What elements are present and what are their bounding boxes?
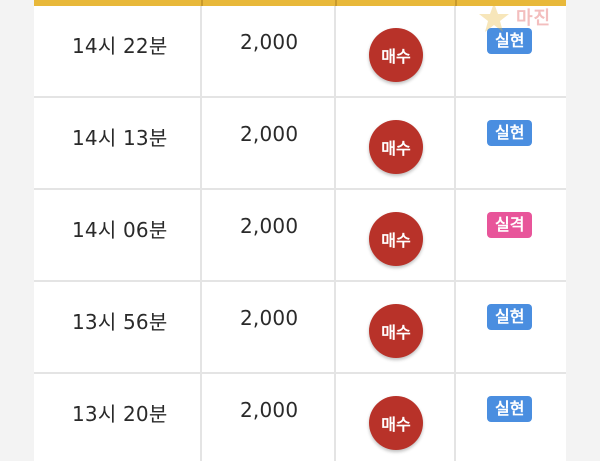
buy-button[interactable]: 매수 bbox=[369, 28, 423, 82]
result-badge: 실격 bbox=[487, 212, 533, 238]
table-row[interactable]: 13시 56분 2,000 매수 실현 bbox=[34, 282, 566, 374]
trade-time: 14시 06분 bbox=[72, 218, 168, 242]
result-cell: 실현 bbox=[456, 98, 566, 188]
trade-time: 13시 20분 bbox=[72, 402, 168, 426]
amount-cell: 2,000 bbox=[202, 282, 336, 372]
page: 14시 22분 2,000 매수 실현 14시 13분 2,000 매수 실현 … bbox=[0, 0, 600, 461]
result-badge: 실현 bbox=[487, 396, 533, 422]
time-cell: 13시 56분 bbox=[34, 282, 202, 372]
action-cell: 매수 bbox=[336, 6, 456, 96]
time-cell: 14시 06분 bbox=[34, 190, 202, 280]
buy-button[interactable]: 매수 bbox=[369, 120, 423, 174]
trade-amount: 2,000 bbox=[240, 306, 299, 330]
action-cell: 매수 bbox=[336, 98, 456, 188]
amount-cell: 2,000 bbox=[202, 374, 336, 461]
amount-cell: 2,000 bbox=[202, 190, 336, 280]
buy-button[interactable]: 매수 bbox=[369, 212, 423, 266]
trade-time: 13시 56분 bbox=[72, 310, 168, 334]
buy-button[interactable]: 매수 bbox=[369, 304, 423, 358]
trade-amount: 2,000 bbox=[240, 122, 299, 146]
trade-time: 14시 13분 bbox=[72, 126, 168, 150]
trade-amount: 2,000 bbox=[240, 214, 299, 238]
action-cell: 매수 bbox=[336, 282, 456, 372]
time-cell: 13시 20분 bbox=[34, 374, 202, 461]
trade-amount: 2,000 bbox=[240, 398, 299, 422]
amount-cell: 2,000 bbox=[202, 6, 336, 96]
trade-time: 14시 22분 bbox=[72, 34, 168, 58]
time-cell: 14시 22분 bbox=[34, 6, 202, 96]
watermark-text: 마진 bbox=[516, 8, 552, 29]
result-cell: 실현 bbox=[456, 374, 566, 461]
star-icon bbox=[479, 3, 509, 32]
buy-button[interactable]: 매수 bbox=[369, 396, 423, 450]
table-row[interactable]: 13시 20분 2,000 매수 실현 bbox=[34, 374, 566, 461]
trade-amount: 2,000 bbox=[240, 30, 299, 54]
result-cell: 실현 bbox=[456, 282, 566, 372]
amount-cell: 2,000 bbox=[202, 98, 336, 188]
result-cell: 실격 bbox=[456, 190, 566, 280]
action-cell: 매수 bbox=[336, 374, 456, 461]
time-cell: 14시 13분 bbox=[34, 98, 202, 188]
table-row[interactable]: 14시 13분 2,000 매수 실현 bbox=[34, 98, 566, 190]
result-badge: 실현 bbox=[487, 120, 533, 146]
trade-history-table: 14시 22분 2,000 매수 실현 14시 13분 2,000 매수 실현 … bbox=[34, 0, 566, 461]
table-row[interactable]: 14시 06분 2,000 매수 실격 bbox=[34, 190, 566, 282]
result-badge: 실현 bbox=[487, 304, 533, 330]
watermark-logo: 마진 bbox=[476, 0, 600, 36]
action-cell: 매수 bbox=[336, 190, 456, 280]
